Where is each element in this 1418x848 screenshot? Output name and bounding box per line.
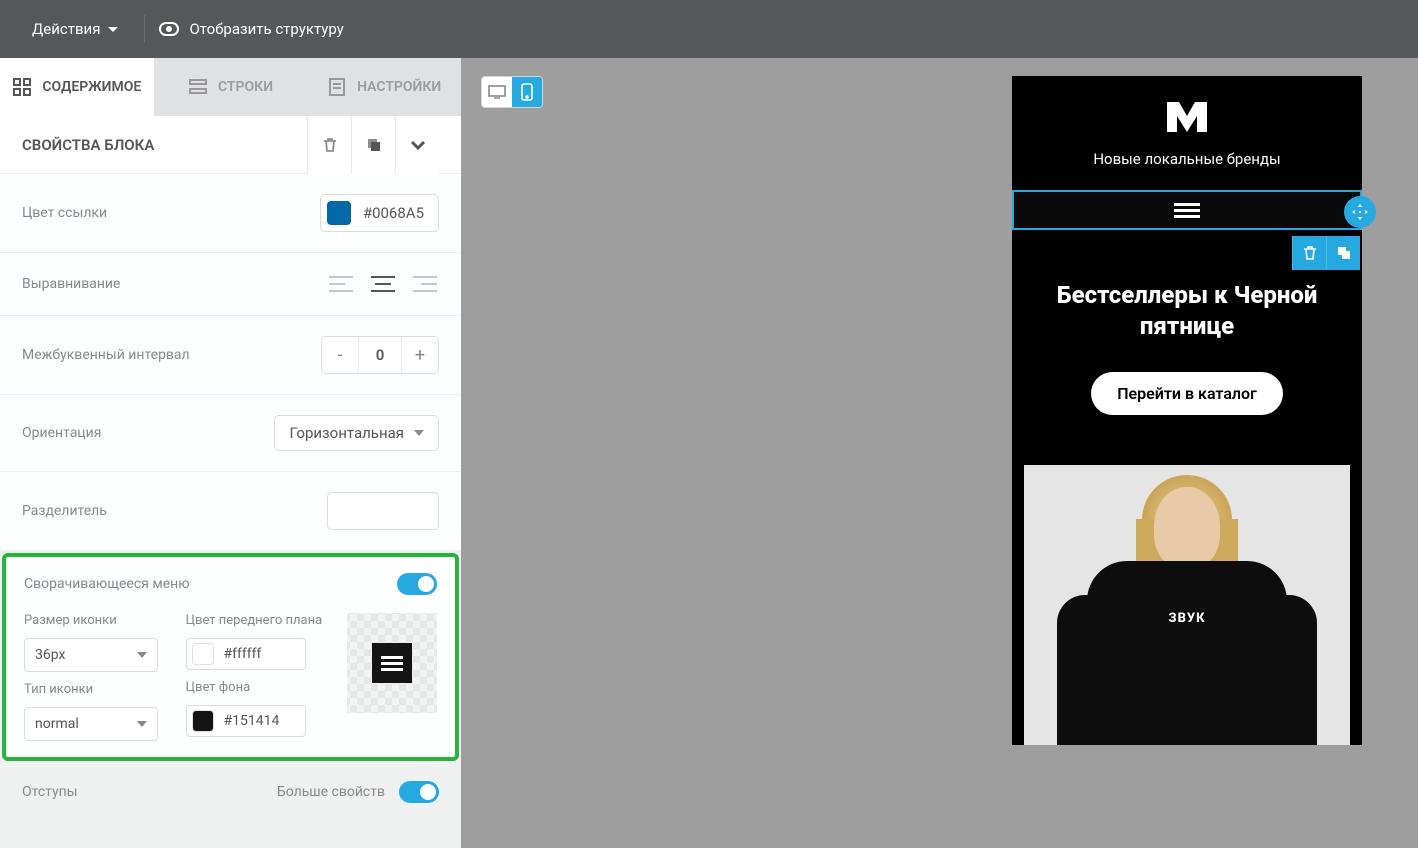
- letter-spacing-label: Межбуквенный интервал: [22, 347, 190, 363]
- tab-rows-label: СТРОКИ: [218, 79, 273, 95]
- actions-label: Действия: [32, 20, 100, 38]
- row-divider: Разделитель: [0, 472, 461, 551]
- row-orientation: Ориентация Горизонтальная: [0, 395, 461, 472]
- canvas: Новые локальные бренды Бестселлеры к Ч: [461, 58, 1418, 848]
- align-label: Выравнивание: [22, 276, 120, 292]
- tab-rows[interactable]: СТРОКИ: [154, 58, 308, 116]
- shirt-text: ЗВУК: [1169, 611, 1206, 626]
- letter-spacing-stepper: - 0 +: [321, 336, 439, 374]
- chevron-down-icon: [414, 430, 424, 436]
- duplicate-block-button[interactable]: [351, 116, 395, 174]
- hamburger-icon: [372, 643, 412, 683]
- orientation-value: Горизонтальная: [289, 424, 404, 442]
- hamburger-preview: [347, 613, 437, 713]
- hamburger-icon: [1174, 203, 1200, 218]
- device-switch: [481, 76, 543, 108]
- icon-size-select[interactable]: 36px: [24, 638, 158, 672]
- block-header: СВОЙСТВА БЛОКА: [0, 116, 461, 174]
- duplicate-element-button[interactable]: [1326, 236, 1360, 270]
- orientation-label: Ориентация: [22, 425, 101, 441]
- bg-color-label: Цвет фона: [186, 680, 334, 695]
- selected-menu-bar[interactable]: [1012, 190, 1362, 230]
- fg-color-label: Цвет переднего плана: [186, 613, 334, 628]
- product-image: ЗВУК: [1024, 465, 1350, 745]
- tab-settings-label: НАСТРОЙКИ: [357, 79, 441, 95]
- mobile-preview: Новые локальные бренды Бестселлеры к Ч: [1012, 76, 1362, 745]
- icon-size-label: Размер иконки: [24, 613, 172, 628]
- hero-title: Бестселлеры к Черной пятнице: [1030, 280, 1344, 342]
- grid-icon: [12, 77, 32, 97]
- actions-dropdown[interactable]: Действия: [20, 12, 130, 46]
- hamburger-toggle[interactable]: [397, 573, 437, 595]
- chevron-down-icon: [108, 27, 118, 32]
- divider: [144, 15, 145, 43]
- top-toolbar: Действия Отобразить структуру: [0, 0, 1418, 58]
- divider-label: Разделитель: [22, 503, 107, 519]
- row-padding: Отступы Больше свойств: [0, 763, 461, 821]
- row-align: Выравнивание: [0, 253, 461, 316]
- delete-element-button[interactable]: [1292, 236, 1326, 270]
- block-header-title: СВОЙСТВА БЛОКА: [22, 136, 154, 154]
- orientation-select[interactable]: Горизонтальная: [274, 415, 439, 451]
- eye-icon: [159, 22, 179, 36]
- row-letter-spacing: Межбуквенный интервал - 0 +: [0, 316, 461, 395]
- show-structure-label: Отобразить структуру: [189, 20, 343, 38]
- stepper-plus[interactable]: +: [402, 337, 438, 373]
- chevron-down-icon: [137, 721, 147, 727]
- link-color-label: Цвет ссылки: [22, 205, 107, 221]
- hamburger-section: Сворачивающееся меню Размер иконки 36px …: [2, 553, 459, 761]
- catalog-cta-button[interactable]: Перейти в каталог: [1091, 372, 1283, 415]
- link-color-swatch: [327, 201, 351, 225]
- fg-color-value: #ffffff: [224, 646, 262, 662]
- fg-color-input[interactable]: #ffffff: [186, 638, 306, 670]
- mobile-view-button[interactable]: [512, 77, 542, 107]
- divider-input[interactable]: [327, 492, 439, 530]
- icon-type-select[interactable]: normal: [24, 707, 158, 741]
- tab-settings[interactable]: НАСТРОЙКИ: [307, 58, 461, 116]
- icon-type-value: normal: [35, 716, 79, 732]
- fg-color-swatch: [192, 643, 214, 665]
- link-color-value: #0068A5: [363, 204, 424, 222]
- more-props-label: Больше свойств: [277, 784, 385, 800]
- delete-block-button[interactable]: [307, 116, 351, 174]
- stepper-value: 0: [358, 337, 402, 373]
- stepper-minus[interactable]: -: [322, 337, 358, 373]
- desktop-view-button[interactable]: [482, 77, 512, 107]
- bg-color-input[interactable]: #151414: [186, 705, 306, 737]
- show-structure-button[interactable]: Отобразить структуру: [159, 20, 343, 38]
- tab-content-label: СОДЕРЖИМОЕ: [42, 79, 141, 95]
- align-center-button[interactable]: [369, 273, 397, 295]
- row-link-color: Цвет ссылки #0068A5: [0, 174, 461, 253]
- collapse-block-button[interactable]: [395, 116, 439, 174]
- bg-color-value: #151414: [224, 713, 280, 729]
- align-right-button[interactable]: [411, 273, 439, 295]
- tab-content[interactable]: СОДЕРЖИМОЕ: [0, 58, 154, 116]
- move-handle[interactable]: [1344, 196, 1376, 228]
- chevron-down-icon: [137, 652, 147, 658]
- doc-icon: [327, 77, 347, 97]
- brand-logo-icon: [1012, 102, 1362, 132]
- hamburger-label: Сворачивающееся меню: [24, 576, 190, 592]
- icon-type-label: Тип иконки: [24, 682, 172, 697]
- bg-color-swatch: [192, 710, 214, 732]
- sidebar-tabs: СОДЕРЖИМОЕ СТРОКИ НАСТРОЙКИ: [0, 58, 461, 116]
- align-left-button[interactable]: [327, 273, 355, 295]
- link-color-input[interactable]: #0068A5: [320, 194, 439, 232]
- padding-label: Отступы: [22, 784, 78, 800]
- properties-sidebar: СОДЕРЖИМОЕ СТРОКИ НАСТРОЙКИ СВОЙСТВА БЛО…: [0, 58, 461, 848]
- rows-icon: [188, 77, 208, 97]
- tagline: Новые локальные бренды: [1012, 150, 1362, 168]
- padding-more-toggle[interactable]: [399, 781, 439, 803]
- icon-size-value: 36px: [35, 647, 65, 663]
